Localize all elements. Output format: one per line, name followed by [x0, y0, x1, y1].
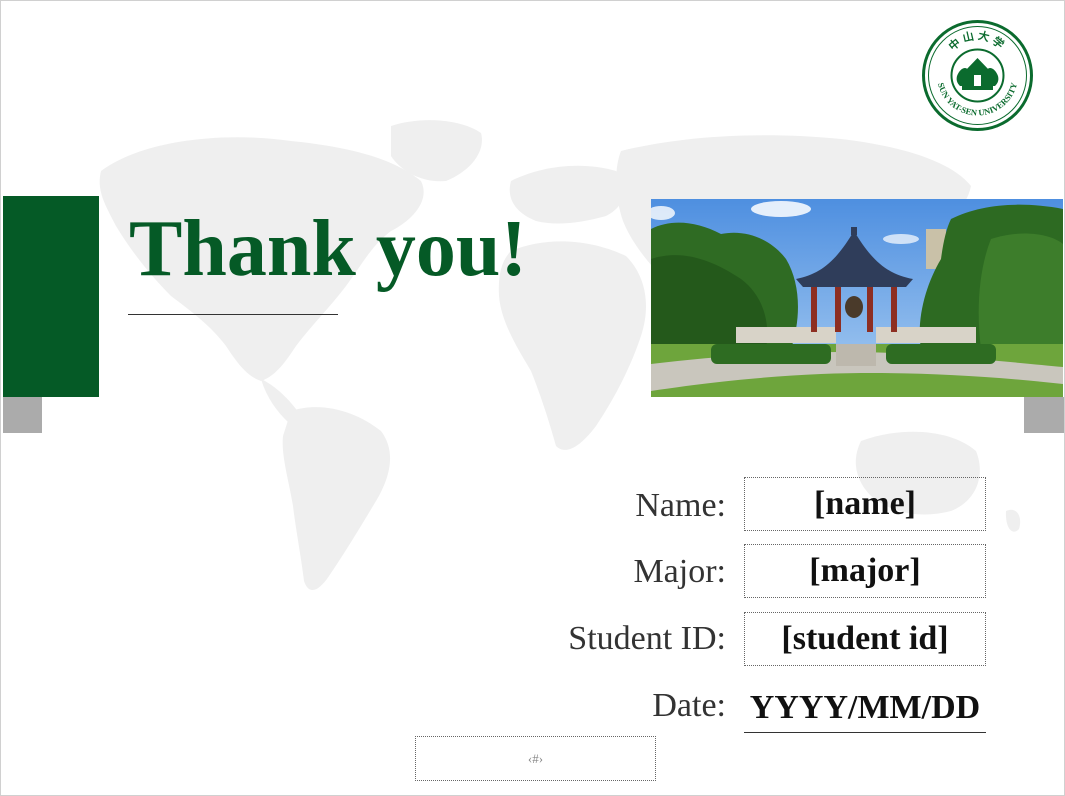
- accent-gray-tab-right: [1024, 397, 1064, 433]
- date-label: Date:: [652, 687, 726, 724]
- student-id-label: Student ID:: [568, 620, 726, 657]
- university-seal-icon: 中山大学 SUN YAT-SEN UNIVERSITY: [922, 20, 1033, 131]
- name-field[interactable]: [name]: [744, 477, 986, 531]
- slide-title: Thank you!: [129, 205, 527, 293]
- major-field[interactable]: [major]: [744, 544, 986, 598]
- student-id-field[interactable]: [student id]: [744, 612, 986, 666]
- campus-pavilion-photo: [651, 199, 1063, 397]
- accent-green-block: [3, 196, 99, 397]
- name-label: Name:: [635, 487, 726, 524]
- date-field[interactable]: YYYY/MM/DD: [744, 684, 986, 733]
- title-underline: [128, 314, 338, 315]
- slide: Thank you! 中山大学 SUN YAT-SEN UNIVERSITY N…: [0, 0, 1065, 796]
- major-label: Major:: [633, 553, 726, 590]
- accent-gray-tab-left: [3, 397, 42, 433]
- slide-number-placeholder[interactable]: ‹#›: [415, 736, 656, 781]
